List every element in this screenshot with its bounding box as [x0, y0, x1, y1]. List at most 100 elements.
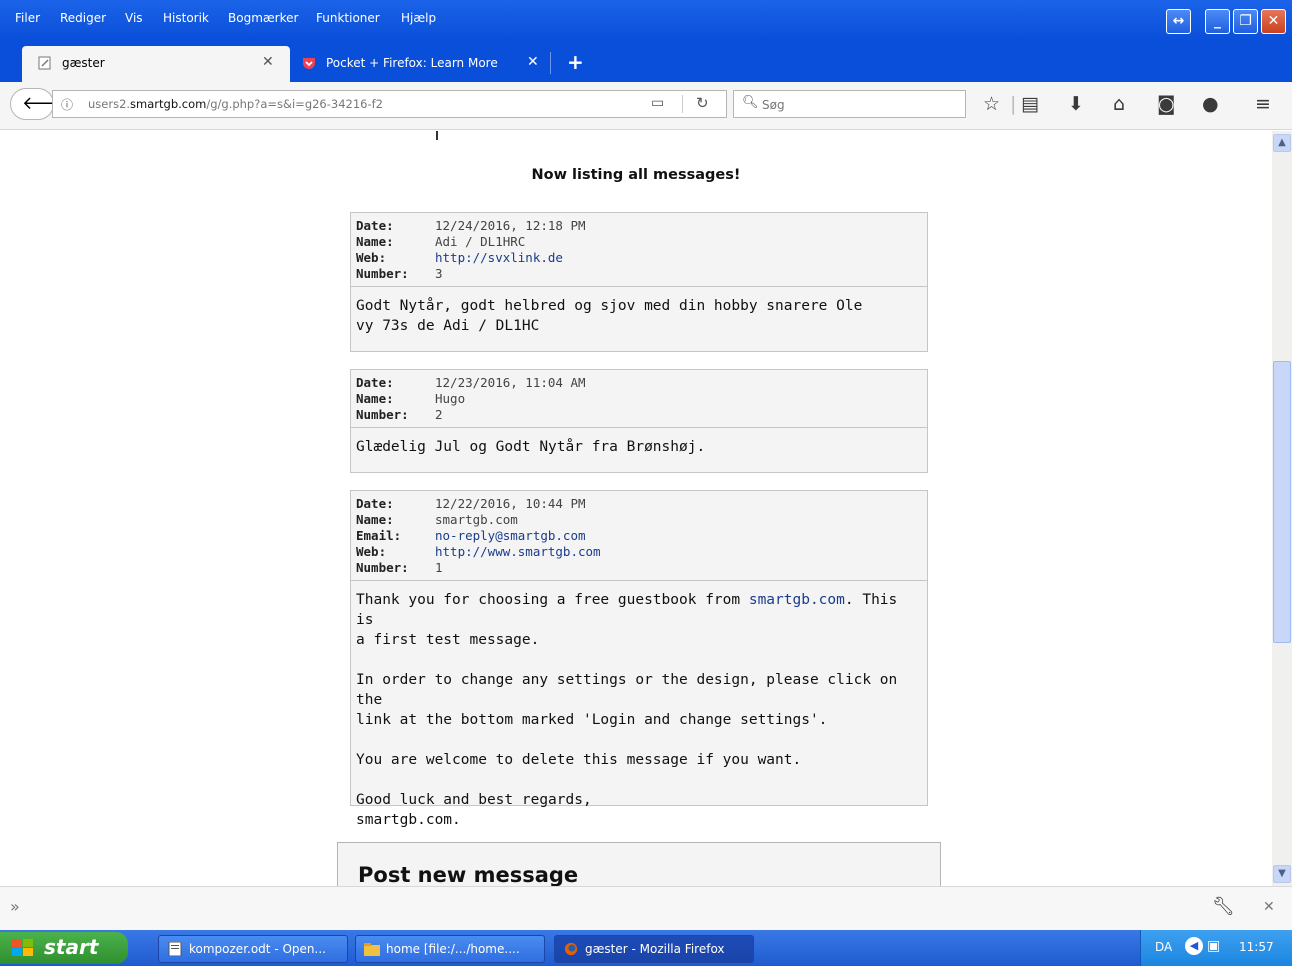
- menu-help[interactable]: Hjælp: [401, 11, 436, 25]
- back-button[interactable]: 🡐: [10, 88, 70, 120]
- task-firefox[interactable]: gæster - Mozilla Firefox: [554, 935, 754, 963]
- number-label: Number:: [356, 560, 409, 575]
- message-body: Godt Nytår, godt helbred og sjov med din…: [351, 287, 927, 344]
- smartgb-link[interactable]: smartgb.com: [749, 592, 845, 608]
- menu-bar: Filer Rediger Vis Historik Bogmærker Fun…: [0, 0, 1292, 40]
- wrench-icon[interactable]: 🔧︎: [1212, 896, 1235, 917]
- tab-label: Pocket + Firefox: Learn More: [326, 56, 498, 70]
- task-label: home [file:/.../home....: [386, 942, 520, 956]
- body-line: vy 73s de Adi / DL1HC: [356, 318, 540, 334]
- tab-gaester[interactable]: gæster ✕: [22, 46, 290, 82]
- clipped-mark: [436, 131, 438, 140]
- url-bar[interactable]: ⓘ users2.smartgb.com/g/g.php?a=s&i=g26-3…: [52, 90, 727, 118]
- message-meta: Date: 12/22/2016, 10:44 PM Name: smartgb.c…: [351, 491, 927, 581]
- taskbar: start kompozer.odt - Open... home [file:…: [0, 930, 1292, 966]
- web-label: Web:: [356, 544, 387, 559]
- message-meta: Date: 12/24/2016, 12:18 PM Name: Adi / DL1…: [351, 213, 927, 287]
- restore-size-icon[interactable]: ↔: [1166, 9, 1191, 34]
- addon-bar: » 🔧︎ ✕: [0, 886, 1292, 930]
- email-label: Email:: [356, 528, 402, 543]
- tab-pocket[interactable]: Pocket + Firefox: Learn More ✕: [292, 46, 550, 82]
- page-icon: [38, 56, 51, 70]
- name-value: Adi / DL1HRC: [435, 234, 526, 249]
- hamburger-menu-icon[interactable]: ≡: [1255, 94, 1271, 114]
- page-content: Now listing all messages! Date: 12/24/201…: [0, 131, 1272, 886]
- menu-tools[interactable]: Funktioner: [316, 11, 380, 25]
- url-divider: [682, 95, 683, 113]
- vertical-scrollbar[interactable]: ▲ ▼: [1272, 131, 1292, 886]
- menu-file[interactable]: Filer: [15, 11, 40, 25]
- document-icon: [168, 942, 182, 956]
- message-body: Thank you for choosing a free guestbook …: [351, 581, 927, 838]
- close-bar-icon[interactable]: ✕: [1263, 899, 1275, 915]
- message-entry: Date: 12/24/2016, 12:18 PM Name: Adi / DL1…: [350, 212, 928, 352]
- new-tab-button[interactable]: +: [567, 50, 584, 74]
- url-text: users2.smartgb.com/g/g.php?a=s&i=g26-342…: [88, 97, 383, 111]
- menu-edit[interactable]: Rediger: [60, 11, 106, 25]
- date-label: Date:: [356, 496, 394, 511]
- post-message-title: Post new message: [358, 863, 579, 886]
- date-value: 12/22/2016, 10:44 PM: [435, 496, 586, 511]
- web-link[interactable]: http://www.smartgb.com: [435, 544, 601, 560]
- info-icon[interactable]: ⓘ: [61, 96, 73, 113]
- date-label: Date:: [356, 375, 394, 390]
- number-value: 3: [435, 266, 443, 281]
- menu-history[interactable]: Historik: [163, 11, 209, 25]
- scroll-thumb[interactable]: [1273, 361, 1291, 643]
- language-indicator[interactable]: DA: [1155, 940, 1172, 954]
- folder-icon: [364, 943, 380, 956]
- tab-close-icon[interactable]: ✕: [527, 54, 539, 70]
- name-value: Hugo: [435, 391, 466, 406]
- body-line: Godt Nytår, godt helbred og sjov med din…: [356, 298, 863, 314]
- reload-icon[interactable]: ↻: [696, 94, 709, 112]
- number-label: Number:: [356, 407, 409, 422]
- page-heading: Now listing all messages!: [531, 167, 741, 183]
- task-home[interactable]: home [file:/.../home....: [355, 935, 545, 963]
- web-label: Web:: [356, 250, 387, 265]
- date-value: 12/23/2016, 11:04 AM: [435, 375, 586, 390]
- web-link[interactable]: http://svxlink.de: [435, 250, 563, 266]
- addon-icon[interactable]: ●: [1202, 94, 1219, 114]
- overflow-chevron-icon[interactable]: »: [10, 897, 20, 916]
- email-link[interactable]: no-reply@smartgb.com: [435, 528, 586, 544]
- tab-label: gæster: [62, 56, 105, 70]
- body-paragraph: In order to change any settings or the d…: [356, 672, 898, 728]
- tab-close-icon[interactable]: ✕: [262, 54, 274, 70]
- start-label: start: [44, 935, 99, 959]
- pocket-toolbar-icon[interactable]: ◙: [1157, 94, 1175, 114]
- number-value: 1: [435, 560, 443, 575]
- scroll-up-icon[interactable]: ▲: [1273, 134, 1291, 152]
- task-label: gæster - Mozilla Firefox: [585, 942, 725, 956]
- name-label: Name:: [356, 512, 394, 527]
- task-kompozer[interactable]: kompozer.odt - Open...: [158, 935, 348, 963]
- search-placeholder: Søg: [762, 98, 785, 112]
- tab-divider: [550, 52, 551, 74]
- number-value: 2: [435, 407, 443, 422]
- number-label: Number:: [356, 266, 409, 281]
- scroll-down-icon[interactable]: ▼: [1273, 865, 1291, 883]
- menu-view[interactable]: Vis: [125, 11, 143, 25]
- close-window-icon[interactable]: ✕: [1261, 9, 1286, 34]
- menu-bookmarks[interactable]: Bogmærker: [228, 11, 298, 25]
- task-label: kompozer.odt - Open...: [189, 942, 326, 956]
- downloads-icon[interactable]: ⬇: [1068, 94, 1084, 114]
- minimize-icon[interactable]: _: [1205, 9, 1230, 34]
- windows-flag-icon: [12, 939, 33, 956]
- bookmark-star-icon[interactable]: ☆: [983, 94, 1000, 114]
- maximize-icon[interactable]: ❐: [1233, 9, 1258, 34]
- date-label: Date:: [356, 218, 394, 233]
- clock: 11:57: [1239, 940, 1274, 954]
- tray-expand-icon[interactable]: ◀: [1185, 937, 1203, 955]
- home-icon[interactable]: ⌂: [1113, 94, 1125, 114]
- message-entry: Date: 12/22/2016, 10:44 PM Name: smartgb.c…: [350, 490, 928, 828]
- firefox-icon: [564, 942, 578, 956]
- bookmarks-menu-icon[interactable]: ▤: [1021, 94, 1039, 114]
- search-input[interactable]: 🔍︎ Søg: [733, 90, 966, 118]
- start-button[interactable]: start: [0, 932, 128, 964]
- screen: Filer Rediger Vis Historik Bogmærker Fun…: [0, 0, 1292, 966]
- pocket-icon: [303, 58, 315, 69]
- reader-view-icon[interactable]: ▭: [651, 95, 664, 111]
- message-meta: Date: 12/23/2016, 11:04 AM Name: Hugo Numb…: [351, 370, 927, 428]
- network-icon[interactable]: ▣: [1207, 938, 1220, 954]
- name-label: Name:: [356, 234, 394, 249]
